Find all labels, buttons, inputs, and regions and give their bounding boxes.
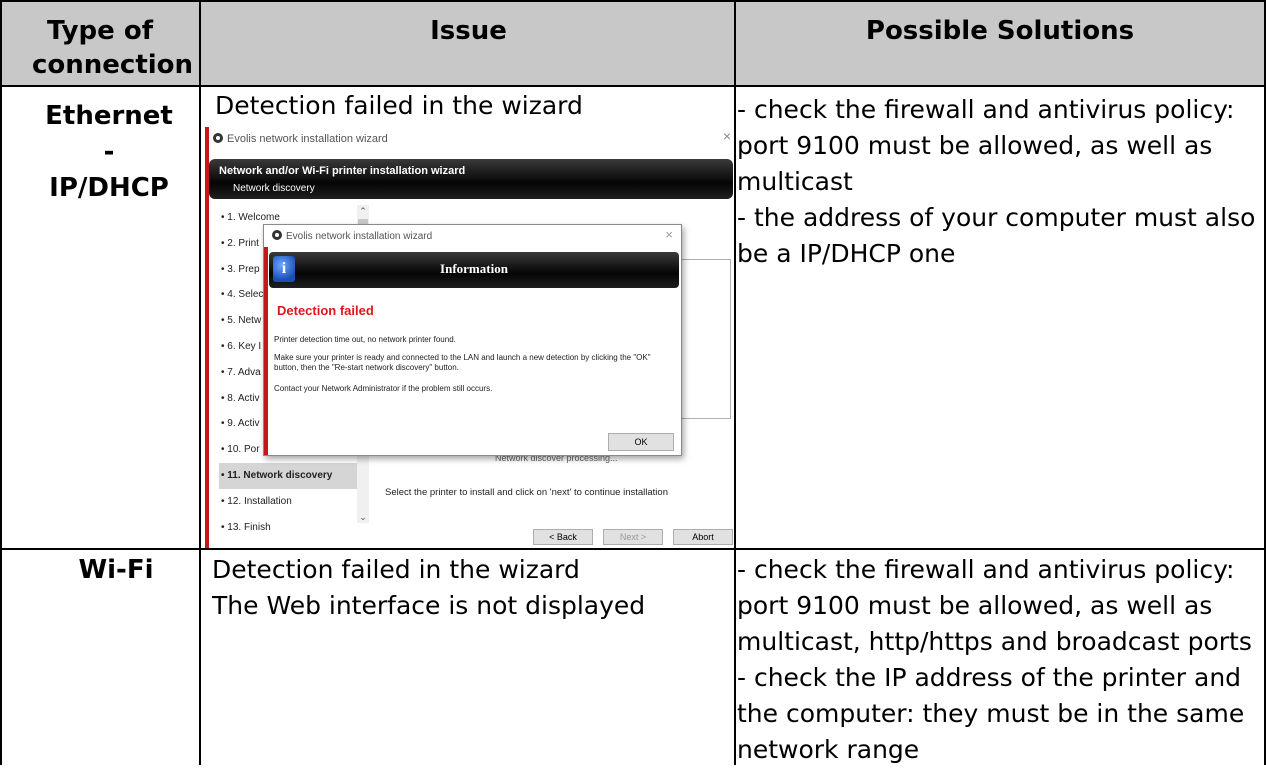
dialog-message-1: Printer detection time out, no network p… [274,335,456,344]
issue-line: Detection failed in the wizard [212,555,580,584]
solution-line: multicast [737,167,853,196]
dialog-heading: Detection failed [277,303,374,318]
dialog-message-3: Contact your Network Administrator if th… [274,384,493,393]
row-ethernet-connection: Ethernet - IP/DHCP [45,101,173,203]
dialog-window-title: Evolis network installation wizard [272,230,432,242]
table-divider-row [0,548,1266,550]
chevron-up-icon[interactable]: ⌃ [357,205,369,217]
table-divider-header [0,85,1266,87]
abort-button[interactable]: Abort [673,529,733,545]
solution-line: - check the IP address of the printer an… [737,663,1242,692]
wizard-window-title-text: Evolis network installation wizard [227,133,388,145]
wizard-window-title: Evolis network installation wizard [213,133,388,145]
dialog-banner: i Information [269,252,679,288]
solution-line: multicast, http/https and broadcast port… [737,627,1252,656]
wizard-banner-title: Network and/or Wi-Fi printer installatio… [219,165,466,177]
chevron-down-icon[interactable]: ⌄ [357,511,369,523]
row-wifi-connection: Wi-Fi [78,555,154,585]
wizard-step-active[interactable]: 11. Network discovery [219,462,369,489]
dialog-accent-strip [264,247,268,455]
table-divider-col2 [734,0,736,765]
wizard-instruction: Select the printer to install and click … [385,487,668,498]
issue-line: The Web interface is not displayed [212,591,646,620]
header-issue: Issue [430,16,507,46]
table-divider-col1 [199,0,201,765]
solution-line: network range [737,735,920,764]
wizard-step[interactable]: 13. Finish [219,515,369,541]
ok-button[interactable]: OK [608,433,674,451]
close-icon[interactable]: × [665,227,673,242]
wizard-banner: Network and/or Wi-Fi printer installatio… [209,159,733,199]
row-ethernet-issue: Detection failed in the wizard [215,91,583,120]
close-icon[interactable]: × [723,128,731,144]
dialog-banner-title: Information [440,261,508,276]
header-possible-solutions: Possible Solutions [865,16,1135,46]
next-button[interactable]: Next > [603,529,663,545]
header-type-of-connection: Type of connection [32,16,194,80]
detection-failed-dialog: Evolis network installation wizard × i I… [263,224,682,456]
evolis-logo-icon [272,230,282,240]
evolis-logo-icon [213,133,223,143]
wizard-banner-subtitle: Network discovery [233,183,315,194]
solution-line: the computer: they must be in the same [737,699,1245,728]
solution-line: port 9100 must be allowed, as well as [737,131,1213,160]
dialog-window-title-text: Evolis network installation wizard [286,231,433,242]
table-border-top [0,0,1266,2]
solution-line: - check the firewall and antivirus polic… [737,555,1235,584]
row-wifi-solutions: - check the firewall and antivirus polic… [737,552,1252,768]
solution-line: be a IP/DHCP one [737,239,956,268]
row-wifi-issue: Detection failed in the wizard The Web i… [212,552,645,624]
wizard-step[interactable]: 12. Installation [219,489,369,515]
row-ethernet-solutions: - check the firewall and antivirus polic… [737,92,1255,272]
solution-line: port 9100 must be allowed, as well as [737,591,1213,620]
table-border-left [0,0,2,765]
dialog-message-2: Make sure your printer is ready and conn… [274,353,651,372]
solution-line: - the address of your computer must also [737,203,1256,232]
back-button[interactable]: < Back [533,529,593,545]
solution-line: - check the firewall and antivirus polic… [737,95,1235,124]
